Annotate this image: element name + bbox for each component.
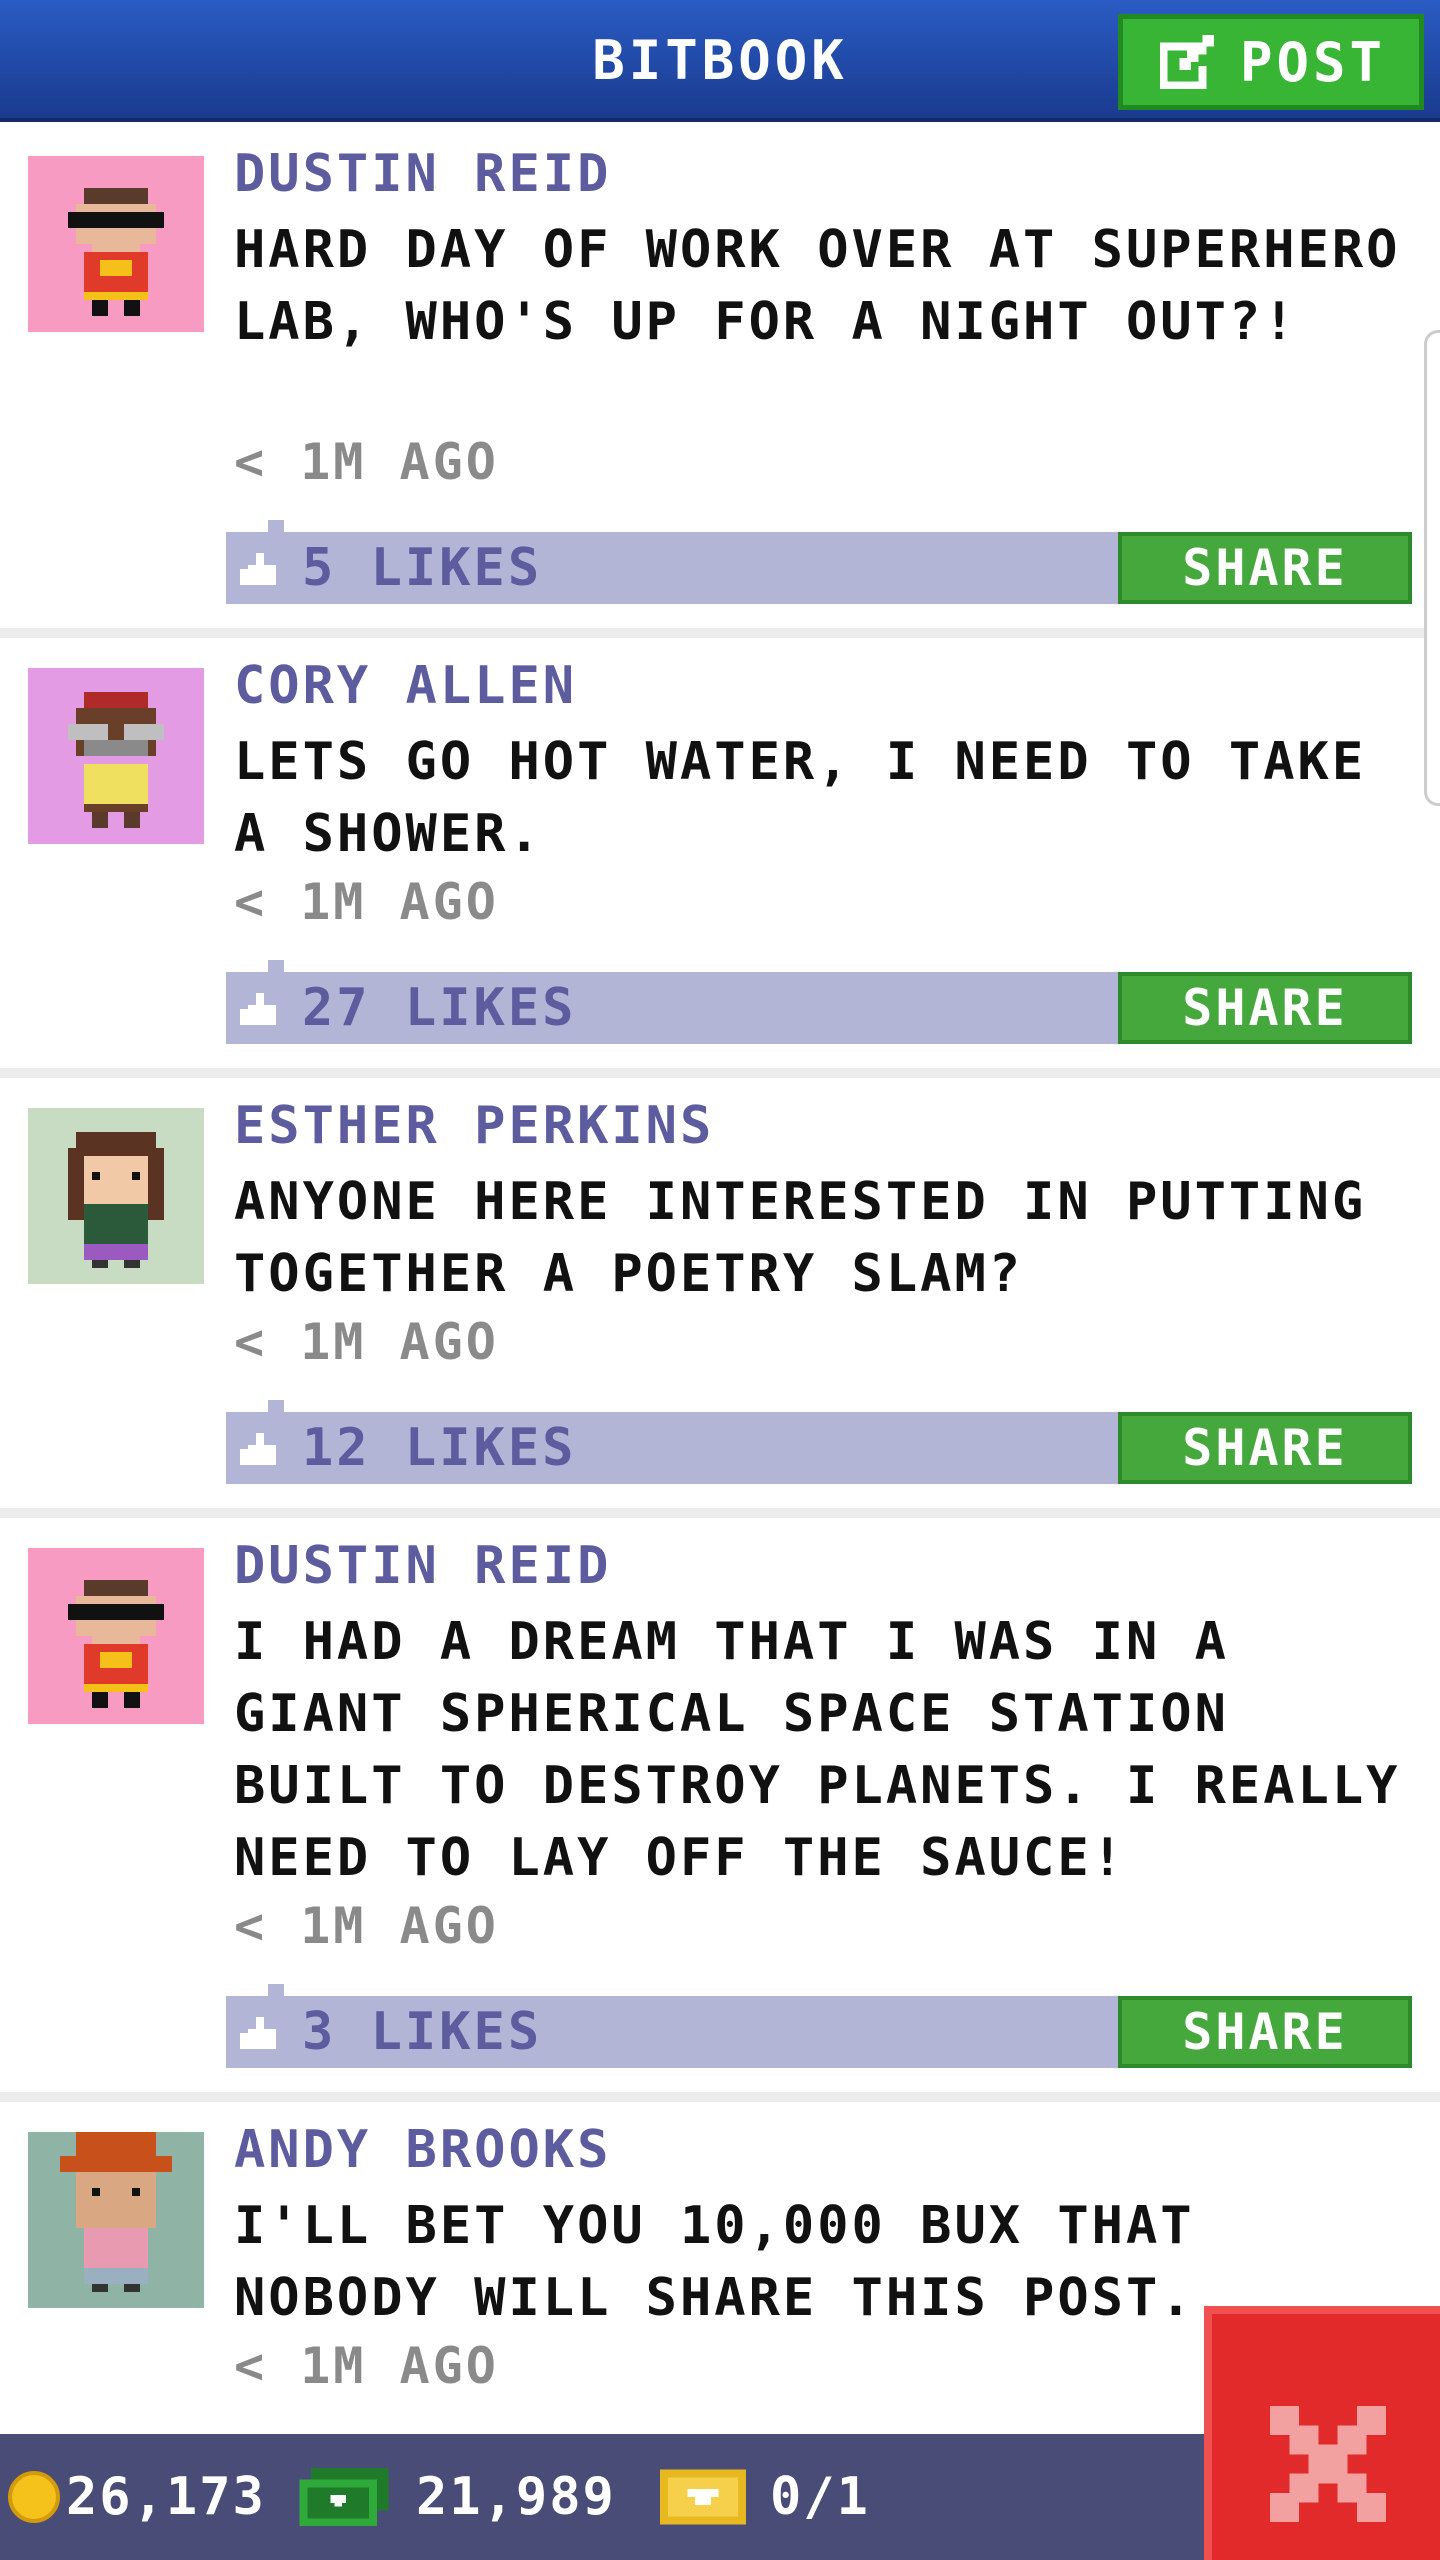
- post-author[interactable]: CORY ALLEN: [234, 656, 577, 716]
- thumbs-up-icon[interactable]: [240, 552, 280, 586]
- avatar: [28, 1108, 204, 1284]
- coin-icon: [8, 2471, 60, 2523]
- thumbs-up-icon[interactable]: [240, 2016, 280, 2050]
- post-timestamp: < 1M AGO: [234, 433, 499, 491]
- share-button[interactable]: SHARE: [1118, 1412, 1412, 1484]
- post-author[interactable]: ESTHER PERKINS: [234, 1096, 714, 1156]
- close-button[interactable]: [1204, 2306, 1440, 2560]
- close-icon: [1270, 2406, 1386, 2522]
- share-button[interactable]: SHARE: [1118, 972, 1412, 1044]
- post-text: I HAD A DREAM THAT I WAS IN A GIANT SPHE…: [234, 1612, 1401, 1888]
- ticket-value: 0/1: [770, 2467, 870, 2527]
- avatar: [28, 2132, 204, 2308]
- post-text: ANYONE HERE INTERESTED IN PUTTING TOGETH…: [234, 1172, 1367, 1304]
- post-timestamp: < 1M AGO: [234, 1897, 499, 1955]
- post-text: HARD DAY OF WORK OVER AT SUPERHERO LAB, …: [234, 220, 1401, 352]
- feed-post: CORY ALLEN LETS GO HOT WATER, I NEED TO …: [0, 638, 1440, 1078]
- post-button-label: POST: [1239, 30, 1387, 94]
- ticket-icon: [660, 2469, 746, 2525]
- feed-post: DUSTIN REID I HAD A DREAM THAT I WAS IN …: [0, 1518, 1440, 2102]
- feed-post: ESTHER PERKINS ANYONE HERE INTERESTED IN…: [0, 1078, 1440, 1518]
- like-count: 12 LIKES: [302, 1418, 577, 1478]
- scroll-indicator[interactable]: [1424, 330, 1440, 806]
- avatar: [28, 1548, 204, 1724]
- like-bar: 12 LIKES SHARE: [226, 1400, 1412, 1484]
- coin-counter: 26,173: [8, 2434, 266, 2560]
- like-bar: 5 LIKES SHARE: [226, 520, 1412, 604]
- bux-counter: 21,989: [298, 2434, 616, 2560]
- like-count: 3 LIKES: [302, 2002, 543, 2062]
- thumbs-up-icon[interactable]: [240, 1432, 280, 1466]
- edit-icon: [1159, 34, 1215, 90]
- share-button[interactable]: SHARE: [1118, 1996, 1412, 2068]
- post-timestamp: < 1M AGO: [234, 873, 499, 931]
- like-bar: 27 LIKES SHARE: [226, 960, 1412, 1044]
- app-header: BITBOOK POST: [0, 0, 1440, 122]
- bux-value: 21,989: [416, 2467, 616, 2527]
- post-author[interactable]: DUSTIN REID: [234, 144, 611, 204]
- post-button[interactable]: POST: [1118, 14, 1424, 110]
- like-count: 27 LIKES: [302, 978, 577, 1038]
- avatar: [28, 668, 204, 844]
- like-count: 5 LIKES: [302, 538, 543, 598]
- thumbs-up-icon[interactable]: [240, 992, 280, 1026]
- bux-icon: [299, 2468, 389, 2526]
- avatar: [28, 156, 204, 332]
- feed[interactable]: DUSTIN REID HARD DAY OF WORK OVER AT SUP…: [0, 126, 1440, 2502]
- feed-post: DUSTIN REID HARD DAY OF WORK OVER AT SUP…: [0, 126, 1440, 638]
- post-timestamp: < 1M AGO: [234, 1313, 499, 1371]
- post-timestamp: < 1M AGO: [234, 2337, 499, 2395]
- coin-value: 26,173: [66, 2467, 266, 2527]
- share-button[interactable]: SHARE: [1118, 532, 1412, 604]
- ticket-counter: 0/1: [660, 2434, 870, 2560]
- post-text: LETS GO HOT WATER, I NEED TO TAKE A SHOW…: [234, 732, 1367, 864]
- like-bar: 3 LIKES SHARE: [226, 1984, 1412, 2068]
- post-author[interactable]: ANDY BROOKS: [234, 2120, 611, 2180]
- post-author[interactable]: DUSTIN REID: [234, 1536, 611, 1596]
